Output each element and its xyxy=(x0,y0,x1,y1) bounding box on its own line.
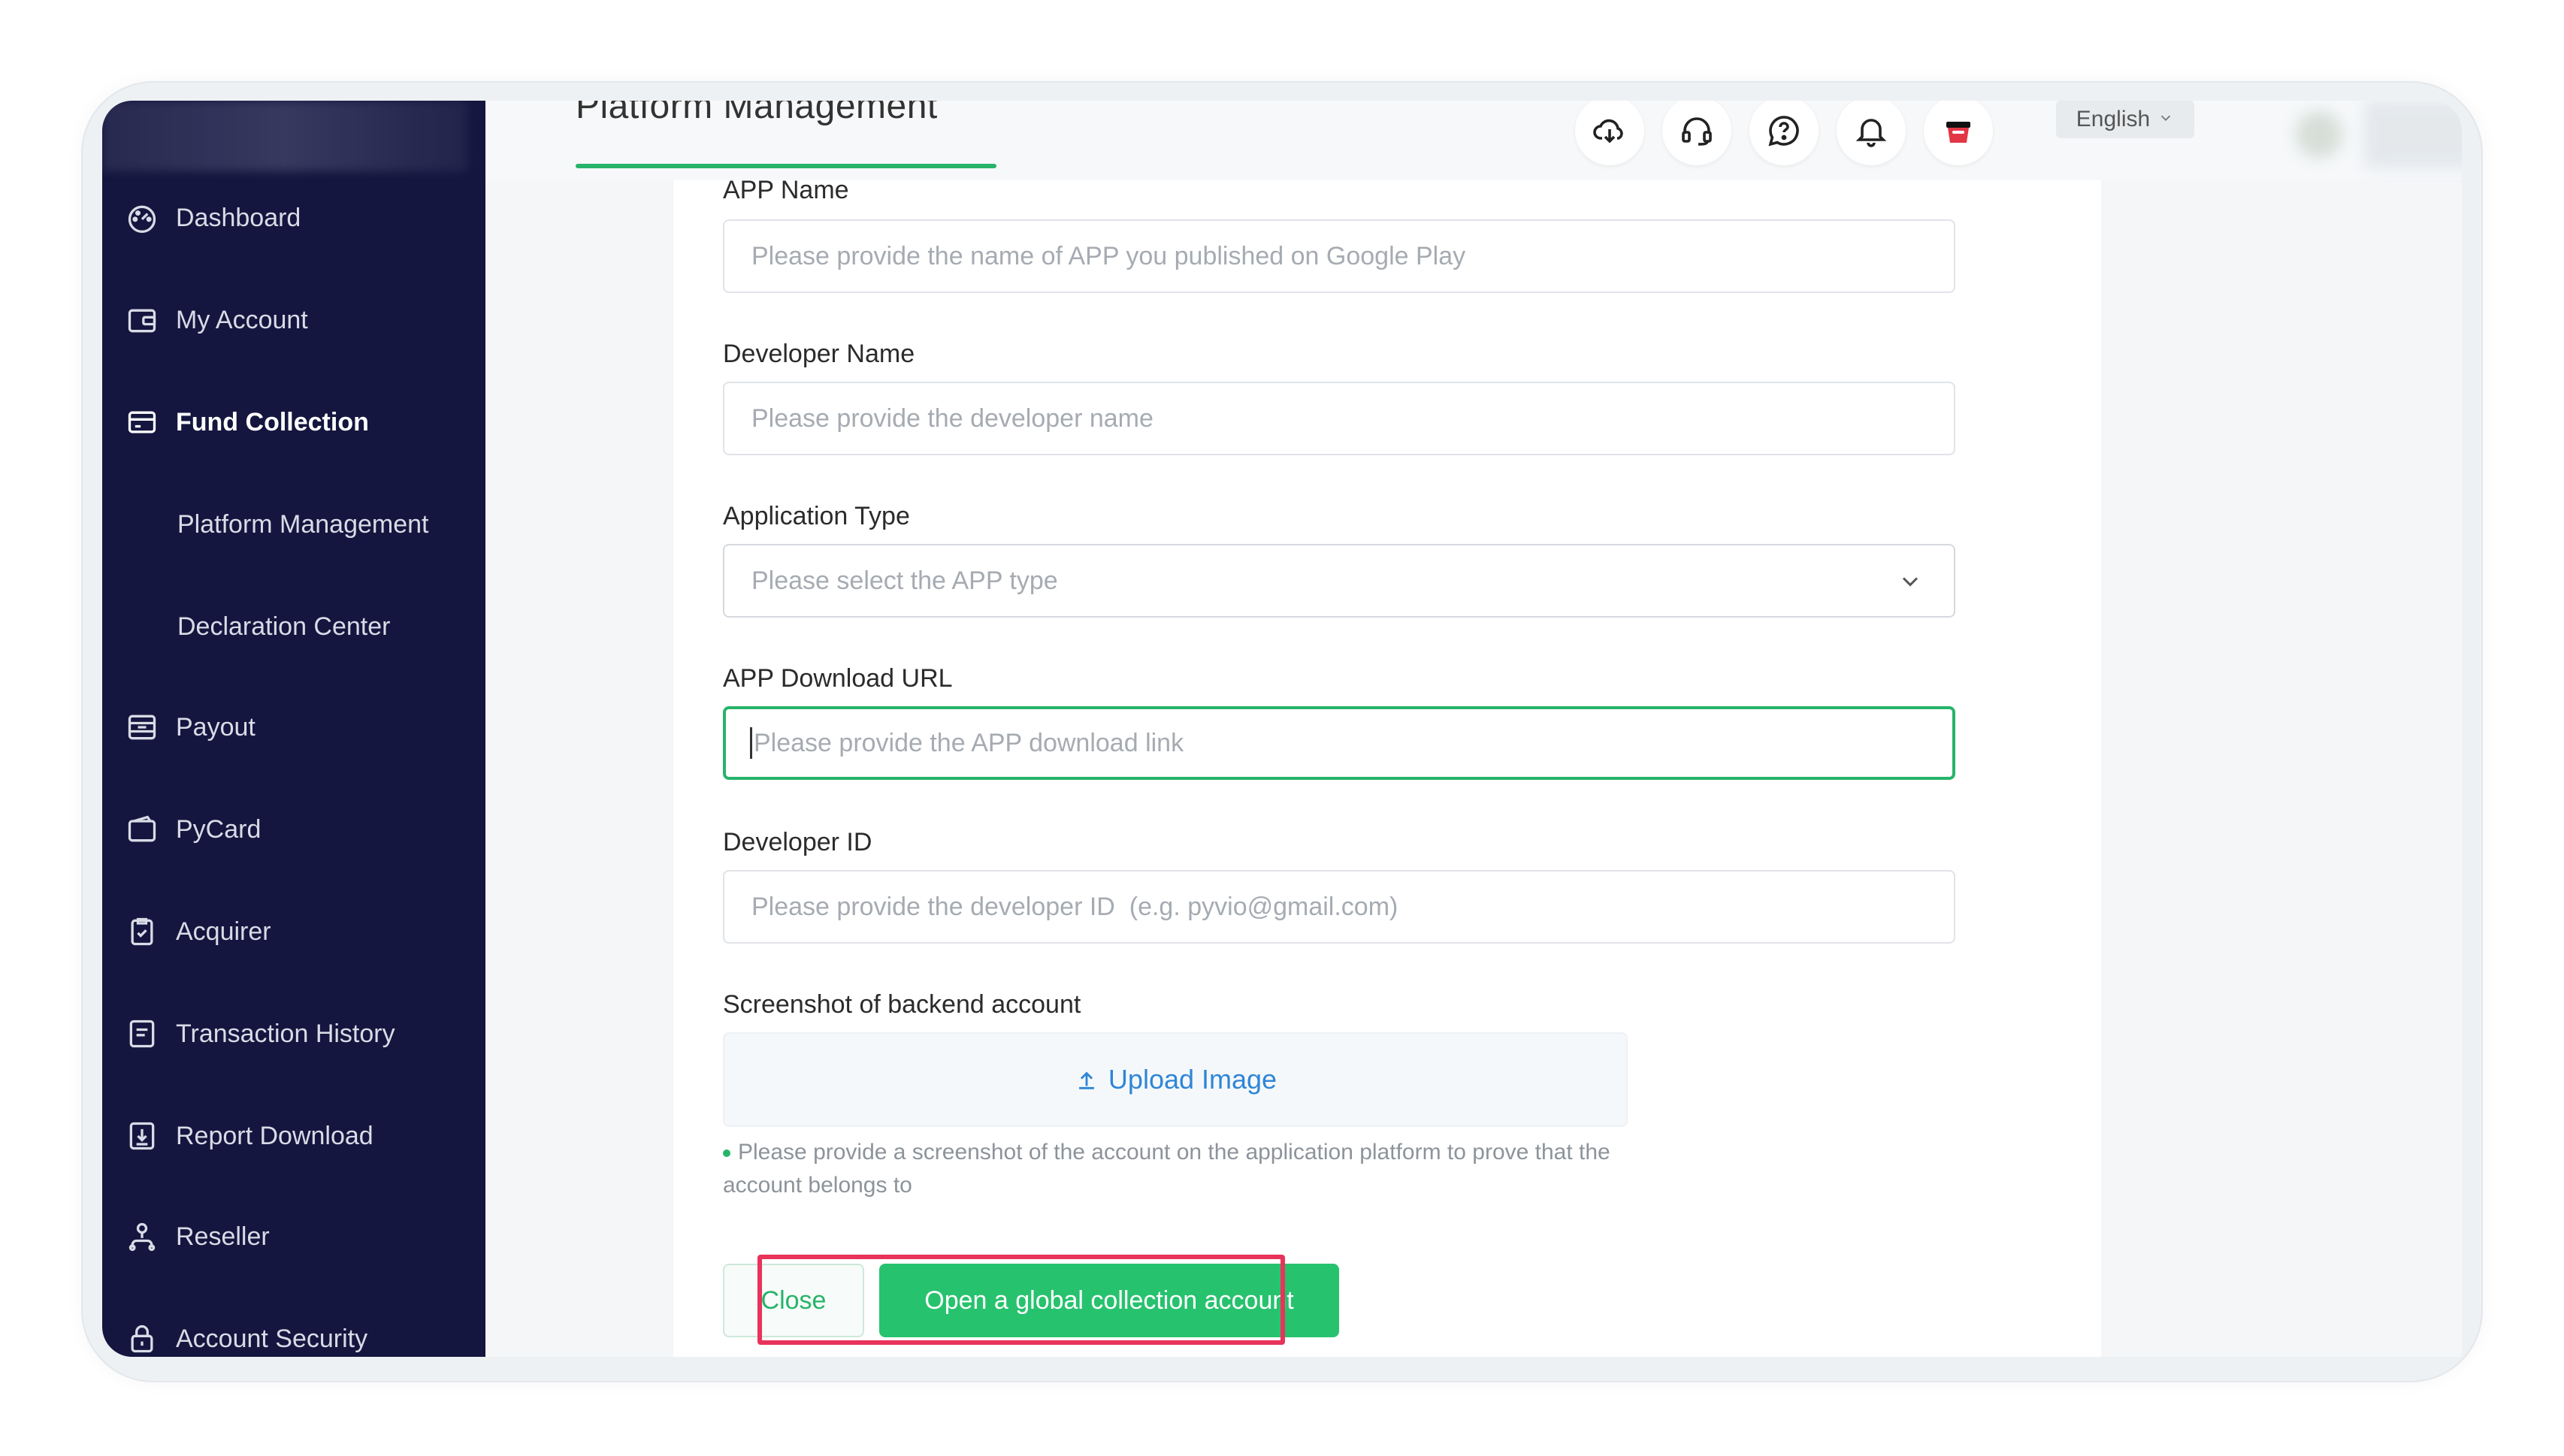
app-name-input[interactable]: Please provide the name of APP you publi… xyxy=(723,219,1955,293)
sidebar-item-platform-management[interactable]: Platform Management xyxy=(177,502,429,547)
logo xyxy=(102,101,467,171)
developer-id-placeholder: Please provide the developer ID (e.g. py… xyxy=(751,892,1398,921)
developer-id-label: Developer ID xyxy=(723,828,872,856)
sidebar-item-label: Reseller xyxy=(176,1222,270,1251)
screenshot-note-text: Please provide a screenshot of the accou… xyxy=(723,1140,1610,1198)
sidebar-item-transaction-history[interactable]: Transaction History xyxy=(102,1011,395,1056)
sidebar-item-label: Fund Collection xyxy=(176,407,369,436)
upload-image-button[interactable]: Upload Image xyxy=(723,1032,1628,1127)
sidebar-item-account-security[interactable]: Account Security xyxy=(102,1316,367,1357)
active-tab-indicator xyxy=(576,164,996,168)
developer-name-placeholder: Please provide the developer name xyxy=(751,403,1153,433)
sidebar-item-label: Declaration Center xyxy=(177,612,391,641)
sidebar-item-dashboard[interactable]: Dashboard xyxy=(102,195,301,240)
sidebar-item-label: Platform Management xyxy=(177,509,429,539)
chevron-down-icon xyxy=(2157,107,2174,132)
app-screen: Dashboard My Account Fund Collection Pla… xyxy=(102,101,2462,1357)
sidebar-item-label: PyCard xyxy=(176,814,262,844)
text-caret xyxy=(750,727,752,759)
sidebar-item-declaration-center[interactable]: Declaration Center xyxy=(177,604,390,649)
sidebar-item-label: Account Security xyxy=(176,1324,368,1353)
sidebar-item-report-download[interactable]: Report Download xyxy=(102,1113,373,1158)
gift-box-icon[interactable] xyxy=(1924,101,1993,165)
top-header: Platform Management English xyxy=(485,101,2462,180)
wallet-icon xyxy=(125,303,159,337)
highlight-box xyxy=(757,1255,1285,1345)
document-list-icon xyxy=(125,1016,159,1051)
chevron-down-icon xyxy=(1902,577,1918,587)
download-cloud-icon[interactable] xyxy=(1575,101,1644,165)
app-download-url-placeholder: Please provide the APP download link xyxy=(754,728,1184,757)
sidebar: Dashboard My Account Fund Collection Pla… xyxy=(102,101,485,1357)
screenshot-note: Please provide a screenshot of the accou… xyxy=(723,1136,1655,1202)
application-type-label: Application Type xyxy=(723,502,910,530)
upload-image-label: Upload Image xyxy=(1108,1064,1277,1095)
page-title[interactable]: Platform Management xyxy=(576,101,938,127)
sidebar-item-label: Acquirer xyxy=(176,917,271,946)
sidebar-item-pycard[interactable]: PyCard xyxy=(102,807,261,852)
language-selector[interactable]: English xyxy=(2056,101,2194,138)
sidebar-item-payout[interactable]: Payout xyxy=(102,705,255,750)
clipboard-check-icon xyxy=(125,914,159,949)
card-icon xyxy=(125,405,159,440)
payout-icon xyxy=(125,710,159,745)
sidebar-item-reseller[interactable]: Reseller xyxy=(102,1214,270,1259)
sidebar-item-label: Dashboard xyxy=(176,203,301,232)
application-type-placeholder: Please select the APP type xyxy=(751,566,1058,595)
report-download-icon xyxy=(125,1119,159,1153)
sidebar-item-label: Report Download xyxy=(176,1121,373,1150)
developer-id-input[interactable]: Please provide the developer ID (e.g. py… xyxy=(723,870,1955,944)
sidebar-item-fund-collection[interactable]: Fund Collection xyxy=(102,400,369,445)
help-bubble-icon[interactable] xyxy=(1749,101,1819,165)
language-label: English xyxy=(2076,107,2151,131)
lock-icon xyxy=(125,1322,159,1356)
app-download-url-input[interactable]: Please provide the APP download link xyxy=(723,706,1955,780)
network-icon xyxy=(125,1219,159,1254)
sidebar-item-my-account[interactable]: My Account xyxy=(102,298,308,343)
sidebar-item-acquirer[interactable]: Acquirer xyxy=(102,909,271,954)
developer-name-label: Developer Name xyxy=(723,340,915,368)
bullet-dot xyxy=(723,1149,730,1158)
app-name-placeholder: Please provide the name of APP you publi… xyxy=(751,241,1466,270)
dashboard-gauge-icon xyxy=(125,201,159,235)
bell-icon[interactable] xyxy=(1837,101,1906,165)
headset-support-icon[interactable] xyxy=(1662,101,1731,165)
upload-arrow-icon xyxy=(1079,1071,1094,1089)
application-type-select[interactable]: Please select the APP type xyxy=(723,544,1955,618)
app-name-label: APP Name xyxy=(723,176,849,204)
screenshot-label: Screenshot of backend account xyxy=(723,990,1081,1019)
sidebar-item-label: Payout xyxy=(176,712,255,742)
app-download-url-label: APP Download URL xyxy=(723,664,953,693)
pycard-icon xyxy=(125,812,159,847)
developer-name-input[interactable]: Please provide the developer name xyxy=(723,382,1955,455)
sidebar-item-label: My Account xyxy=(176,305,308,334)
user-avatar[interactable] xyxy=(2274,101,2462,168)
sidebar-item-label: Transaction History xyxy=(176,1019,395,1048)
platform-form: APP Name Please provide the name of APP … xyxy=(673,176,2101,1357)
